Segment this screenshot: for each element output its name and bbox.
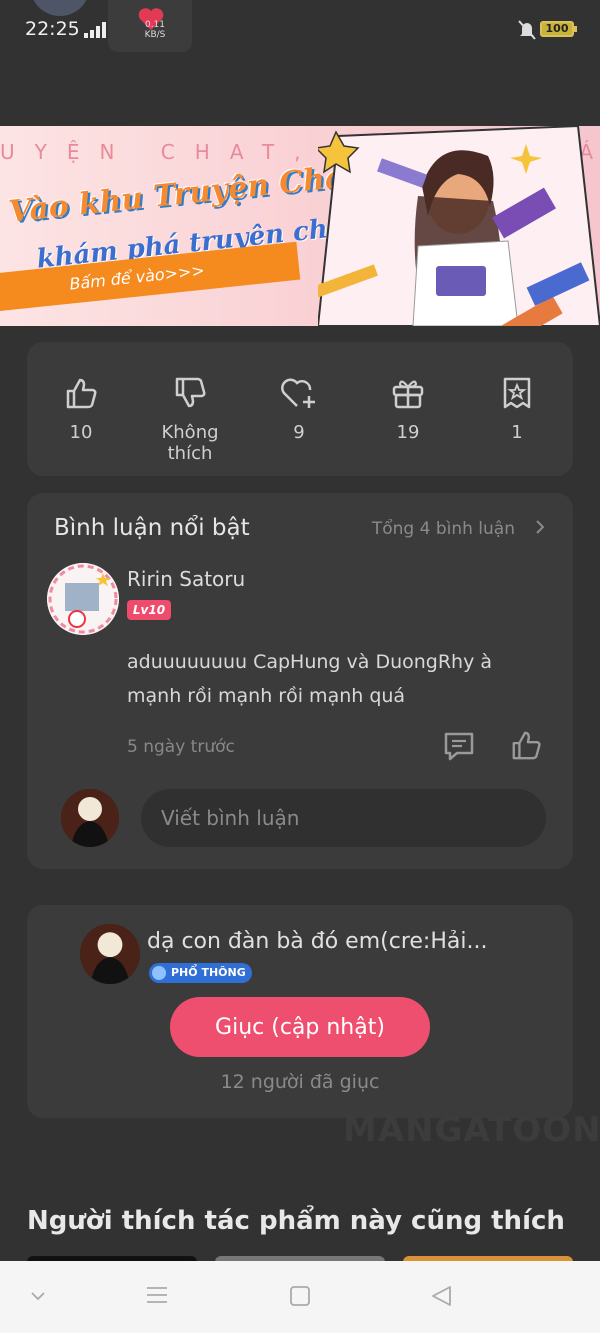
urge-update-button[interactable]: Giục (cập nhật) bbox=[170, 997, 430, 1057]
star-badge-icon bbox=[503, 377, 531, 409]
my-avatar bbox=[61, 789, 119, 847]
gift-button[interactable]: 19 bbox=[363, 376, 453, 443]
chevron-down-icon[interactable] bbox=[30, 1291, 46, 1301]
comments-title: Bình luận nổi bật bbox=[54, 515, 250, 541]
recommend-title: Người thích tác phẩm này cũng thích bbox=[27, 1206, 565, 1236]
mute-bell-icon bbox=[518, 20, 536, 40]
vote-count: 1 bbox=[511, 422, 523, 443]
dislike-label: Không thích bbox=[161, 422, 219, 464]
chevron-right-icon[interactable] bbox=[535, 519, 545, 535]
reply-icon[interactable] bbox=[443, 731, 475, 761]
status-avatar bbox=[30, 0, 90, 16]
heart-plus-icon bbox=[281, 378, 315, 408]
comment-like-icon[interactable] bbox=[510, 729, 542, 761]
avatar-image bbox=[47, 563, 119, 635]
favorite-button[interactable]: 9 bbox=[254, 376, 344, 443]
like-count: 10 bbox=[69, 422, 93, 443]
dislike-button[interactable]: Không thích bbox=[145, 376, 235, 464]
level-badge: Lv10 bbox=[127, 600, 171, 620]
banner-illustration bbox=[318, 126, 600, 326]
author-name[interactable]: dạ con đàn bà đó em(cre:Hải... bbox=[147, 929, 517, 954]
promo-banner[interactable]: UYỆN CHAT, KHÁM PHÁ Vào khu Truyện Chat,… bbox=[0, 126, 600, 326]
watermark-logo: MANGATOON bbox=[343, 1110, 600, 1150]
net-speed: 0.11 KB/S bbox=[144, 20, 166, 40]
author-avatar[interactable] bbox=[80, 924, 140, 984]
vote-button[interactable]: 1 bbox=[472, 376, 562, 443]
thumbs-up-icon bbox=[66, 378, 97, 409]
menu-icon[interactable] bbox=[146, 1285, 168, 1305]
reaction-bar: 10 Không thích 9 19 1 bbox=[27, 342, 573, 476]
comment-text: aduuuuuuuu CapHung và DuongRhy à mạnh rồ… bbox=[127, 651, 493, 707]
my-avatar-image bbox=[61, 789, 119, 847]
featured-comments: Bình luận nổi bật Tổng 4 bình luận Ririn… bbox=[27, 493, 573, 869]
back-icon[interactable] bbox=[430, 1285, 452, 1307]
rank-badge: PHỔ THÔNG bbox=[149, 963, 252, 983]
thumbs-down-icon bbox=[175, 377, 206, 408]
comment-input[interactable] bbox=[141, 789, 546, 847]
urge-count: 12 người đã giục bbox=[220, 1071, 380, 1093]
author-avatar-image bbox=[80, 924, 140, 984]
system-nav-bar bbox=[0, 1261, 600, 1333]
status-bar: 22:25 0.11 KB/S 100 bbox=[0, 0, 600, 60]
signal-icon bbox=[84, 22, 106, 38]
comment-username[interactable]: Ririn Satoru bbox=[127, 567, 245, 591]
favorite-count: 9 bbox=[293, 422, 305, 443]
like-button[interactable]: 10 bbox=[36, 376, 126, 443]
comments-total-link[interactable]: Tổng 4 bình luận bbox=[372, 519, 515, 539]
home-icon[interactable] bbox=[289, 1285, 311, 1307]
comment-time: 5 ngày trước bbox=[127, 737, 235, 757]
gift-count: 19 bbox=[396, 422, 420, 443]
author-card: dạ con đàn bà đó em(cre:Hải... PHỔ THÔNG… bbox=[27, 905, 573, 1118]
battery-icon: 100 bbox=[540, 21, 577, 37]
status-time: 22:25 bbox=[25, 18, 80, 40]
gift-icon bbox=[392, 380, 424, 409]
avatar[interactable] bbox=[47, 563, 119, 635]
battery-level: 100 bbox=[545, 22, 569, 35]
